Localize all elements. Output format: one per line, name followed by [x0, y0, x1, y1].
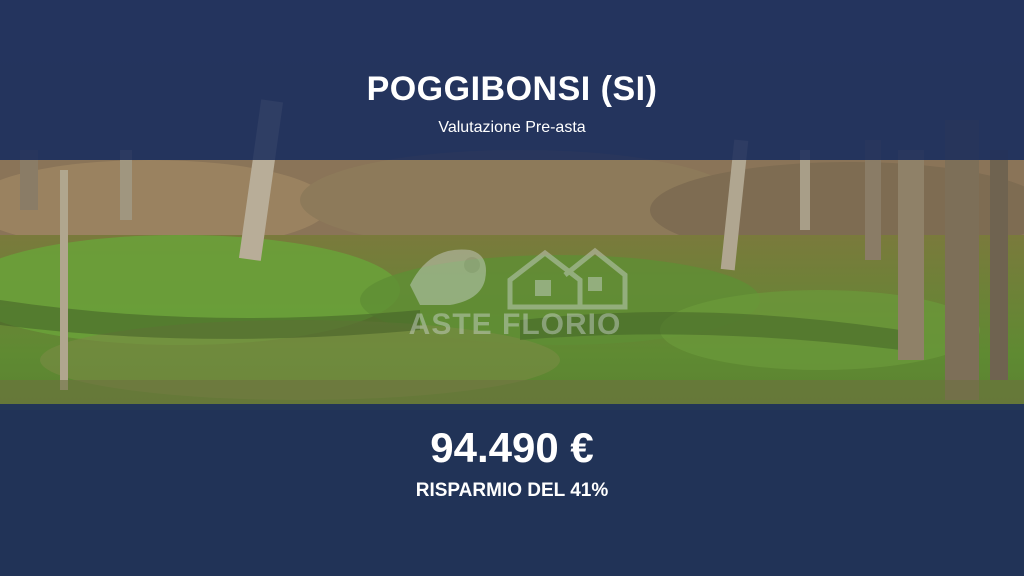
location-title: POGGIBONSI (SI) — [366, 70, 658, 108]
savings-label: RISPARMIO DEL 41% — [415, 480, 609, 501]
price-value: 94.490 € — [430, 424, 594, 471]
watermark-logo: ASTE FLORIO — [390, 225, 640, 345]
watermark-text: ASTE FLORIO — [408, 308, 622, 341]
valuation-subtitle: Valutazione Pre-asta — [438, 119, 586, 136]
